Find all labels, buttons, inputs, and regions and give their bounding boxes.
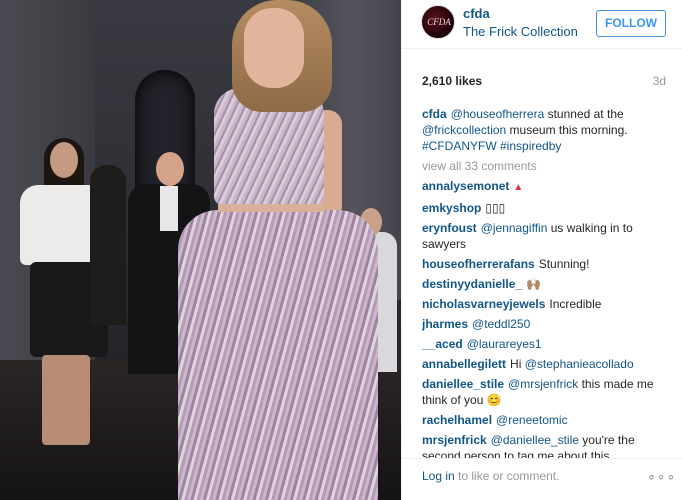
guard-shirt (160, 186, 178, 231)
comment-list[interactable]: cfda @houseofherrera stunned at the @fric… (422, 106, 667, 458)
list-item: daniellee_stile @mrsjenfrick this made me… (422, 376, 667, 408)
comment-user[interactable]: daniellee_stile (422, 377, 504, 391)
list-item: annalysemonet ▲ (422, 178, 667, 196)
comment-text: Hi (510, 357, 525, 371)
post-footer: Log in to like or comment. ∘∘∘ (402, 458, 682, 500)
header-username[interactable]: cfda (463, 6, 490, 21)
post-header: CFDA cfda The Frick Collection FOLLOW (402, 0, 682, 49)
list-item: houseofherrerafans Stunning! (422, 256, 667, 272)
caption-user[interactable]: cfda (422, 107, 447, 121)
location-link[interactable]: The Frick Collection (463, 24, 578, 39)
list-item: destinyydanielle_ 🙌🏽 (422, 276, 667, 292)
caption-mention[interactable]: @houseofherrera (451, 107, 545, 121)
comment-mention[interactable]: @reneetomic (496, 413, 568, 427)
spectator-head (50, 142, 78, 178)
comment-user[interactable]: annalysemonet (422, 179, 509, 193)
comment-user[interactable]: __aced (422, 337, 463, 351)
view-all-comments-link[interactable]: view all 33 comments (422, 158, 667, 174)
comment-user[interactable]: erynfoust (422, 221, 477, 235)
comment-text: Stunning! (538, 257, 590, 271)
warning-emoji: ▲ (513, 182, 524, 193)
more-options-icon[interactable]: ∘∘∘ (647, 468, 676, 485)
list-item: mrsjenfrick @daniellee_stile you're the s… (422, 432, 667, 458)
comment-user[interactable]: nicholasvarneyjewels (422, 297, 545, 311)
comment-mention[interactable]: @laurareyes1 (467, 337, 542, 351)
model-waist (218, 204, 323, 212)
background-person (90, 165, 126, 325)
caption-text: stunned at the (544, 107, 624, 121)
list-item: nicholasvarneyjewels Incredible (422, 296, 667, 312)
comment-user[interactable]: destinyydanielle_ (422, 277, 522, 291)
spectator-legs (42, 355, 90, 445)
list-item: emkyshop ▯▯▯ (422, 200, 667, 216)
follow-button[interactable]: FOLLOW (596, 10, 666, 37)
model-face (244, 8, 304, 88)
comment-user[interactable]: jharmes (422, 317, 468, 331)
comment-text: 🙌🏽 (526, 277, 541, 291)
likes-count[interactable]: 2,610 likes (422, 74, 482, 88)
comment-text: ▯▯▯ (485, 201, 506, 215)
model-feather-skirt (178, 210, 378, 500)
caption-mention[interactable]: @frickcollection (422, 123, 506, 137)
guard-head (156, 152, 184, 186)
post-photo[interactable] (0, 0, 401, 500)
avatar-logo-text: CFDA (427, 17, 451, 27)
login-prompt-text: to like or comment. (454, 469, 560, 483)
avatar[interactable]: CFDA (421, 5, 455, 39)
comment-user[interactable]: houseofherrerafans (422, 257, 535, 271)
comment-mention[interactable]: @stephanieacollado (525, 357, 634, 371)
comment-user[interactable]: annabellegilett (422, 357, 506, 371)
comment-text: Incredible (549, 297, 602, 311)
post-sidebar: CFDA cfda The Frick Collection FOLLOW 2,… (401, 0, 682, 500)
comment-user[interactable]: rachelhamel (422, 413, 492, 427)
list-item: annabellegilett Hi @stephanieacollado (422, 356, 667, 372)
comment-mention[interactable]: @jennagiffin (481, 221, 548, 235)
caption: cfda @houseofherrera stunned at the @fric… (422, 106, 667, 154)
list-item: rachelhamel @reneetomic (422, 412, 667, 428)
caption-text: museum this morning. (506, 123, 628, 137)
list-item: __aced @laurareyes1 (422, 336, 667, 352)
comment-user[interactable]: mrsjenfrick (422, 433, 487, 447)
caption-hashtags[interactable]: #CFDANYFW #inspiredby (422, 139, 561, 153)
post-age[interactable]: 3d (653, 74, 666, 88)
login-link[interactable]: Log in (422, 469, 455, 483)
comment-mention[interactable]: @daniellee_stile (491, 433, 579, 447)
comment-user[interactable]: emkyshop (422, 201, 481, 215)
list-item: jharmes @teddl250 (422, 316, 667, 332)
comment-mention[interactable]: @mrsjenfrick (508, 377, 578, 391)
login-prompt: Log in to like or comment. (422, 469, 559, 483)
comment-mention[interactable]: @teddl250 (472, 317, 530, 331)
list-item: erynfoust @jennagiffin us walking in to s… (422, 220, 667, 252)
